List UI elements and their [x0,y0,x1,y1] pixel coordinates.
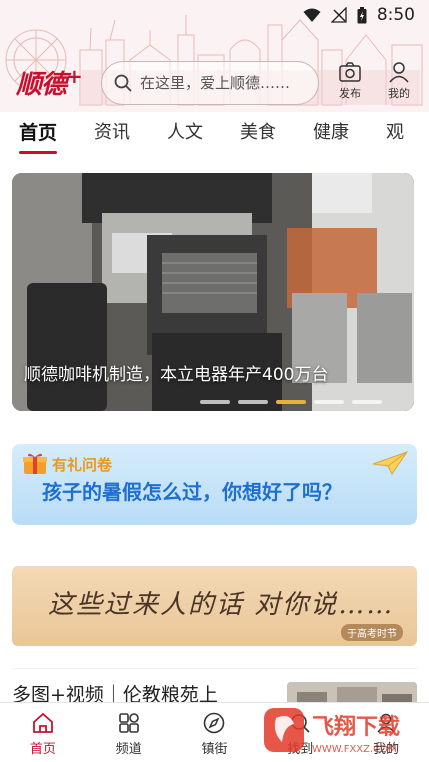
paper-plane-icon [372,451,408,475]
watermark-logo: 飞翔下载 WWW.FXXZ.COM [264,708,400,755]
carousel-dot[interactable] [352,400,382,404]
nav-channels[interactable]: 频道 [86,703,172,762]
tab-news[interactable]: 资讯 [94,112,130,156]
publish-button[interactable]: 发布 [332,61,368,101]
carousel-dot[interactable] [314,400,344,404]
tab-health[interactable]: 健康 [313,112,349,156]
gift-icon [23,453,47,474]
battery-icon [357,6,367,23]
signal-icon [330,7,347,23]
exam-banner[interactable]: 这些过来人的话 对你说…… 于高考时节 [12,566,417,646]
search-bar[interactable] [101,61,319,105]
status-bar: 8:50 [0,0,429,30]
carousel-dot[interactable] [200,400,230,404]
nav-channels-label: 频道 [115,742,142,757]
clock: 8:50 [376,5,415,25]
survey-banner[interactable]: 有礼问卷 孩子的暑假怎么过，你想好了吗？ [12,444,417,525]
survey-title: 孩子的暑假怎么过，你想好了吗？ [42,480,342,504]
carousel-indicator [200,400,382,404]
profile-label: 我的 [388,87,410,100]
watermark-text: 飞翔下载 [312,714,400,740]
hero-caption: 顺德咖啡机制造，本立电器年产400万台 [24,365,329,385]
watermark-url: WWW.FXXZ.COM [312,744,397,755]
compass-icon [204,712,225,734]
nav-home-label: 首页 [29,742,56,757]
search-icon [114,74,132,92]
app-logo[interactable]: 顺德+ [16,64,83,101]
user-icon [389,62,409,83]
tab-culture[interactable]: 人文 [167,112,203,156]
profile-button[interactable]: 我的 [381,61,417,101]
divider [12,668,417,669]
tab-home[interactable]: 首页 [19,112,58,156]
exam-subtitle: 于高考时节 [341,624,403,641]
search-input[interactable] [140,74,310,92]
channel-tabs: 首页 资讯 人文 美食 健康 观 [0,112,429,156]
carousel-dot-active[interactable] [276,400,306,404]
camera-icon [339,62,361,82]
nav-home[interactable]: 首页 [0,703,86,762]
home-icon [32,713,53,733]
exam-title: 这些过来人的话 对你说…… [48,590,395,620]
wifi-icon [303,8,321,22]
tab-food[interactable]: 美食 [240,112,276,156]
hero-carousel[interactable]: 顺德咖啡机制造，本立电器年产400万台 [12,173,414,411]
tab-more[interactable]: 观 [386,112,404,156]
grid-icon [118,713,139,733]
survey-tag: 有礼问卷 [52,456,113,474]
nav-towns-label: 镇街 [201,742,228,757]
publish-label: 发布 [339,87,361,100]
carousel-dot[interactable] [238,400,268,404]
nav-towns[interactable]: 镇街 [172,703,258,762]
